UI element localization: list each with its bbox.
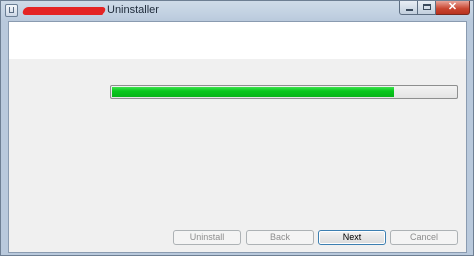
window-title: Uninstaller bbox=[107, 4, 159, 16]
close-button[interactable]: ✕ bbox=[436, 1, 470, 15]
header-panel bbox=[9, 22, 466, 59]
uninstall-button[interactable]: Uninstall bbox=[173, 230, 241, 245]
maximize-button[interactable] bbox=[418, 1, 436, 15]
progress-fill bbox=[112, 87, 394, 97]
close-icon: ✕ bbox=[447, 1, 458, 13]
title-bar[interactable]: Uninstaller ✕ bbox=[1, 1, 473, 21]
caption-buttons: ✕ bbox=[399, 1, 470, 16]
back-button[interactable]: Back bbox=[246, 230, 314, 245]
uninstall-progress-bar bbox=[110, 85, 458, 99]
minimize-button[interactable] bbox=[399, 1, 418, 15]
maximize-icon bbox=[423, 4, 431, 10]
redacted-title-underline bbox=[41, 12, 103, 15]
uninstaller-window: Uninstaller ✕ Uninstall Back Next Cancel bbox=[0, 0, 474, 256]
next-button[interactable]: Next bbox=[318, 230, 386, 245]
minimize-icon bbox=[406, 9, 413, 11]
cancel-button[interactable]: Cancel bbox=[390, 230, 458, 245]
app-icon bbox=[5, 4, 18, 17]
wizard-body: Uninstall Back Next Cancel bbox=[8, 21, 467, 253]
